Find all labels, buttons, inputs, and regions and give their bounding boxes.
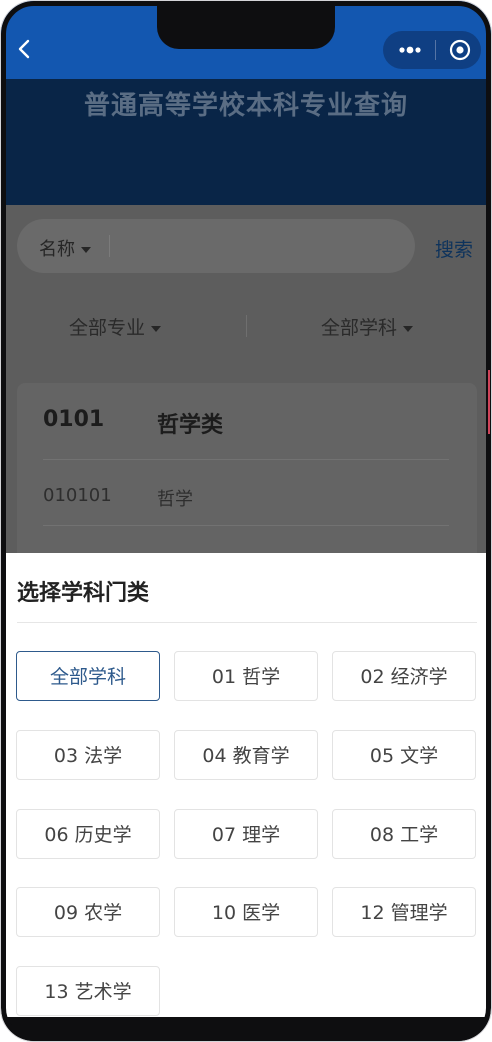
caret-down-icon: [151, 325, 162, 332]
subject-option[interactable]: 05 文学: [332, 730, 476, 780]
edge-marker: [488, 370, 490, 434]
card-divider: [43, 459, 449, 460]
search-divider: [109, 235, 110, 257]
filter-divider: [246, 315, 247, 337]
filter-major-dropdown[interactable]: 全部专业: [69, 313, 162, 340]
page-title: 普通高等学校本科专业查询: [83, 91, 408, 121]
target-circle-icon[interactable]: [449, 39, 471, 61]
major-code[interactable]: 010101: [43, 485, 112, 506]
subject-option[interactable]: 01 哲学: [174, 651, 318, 701]
subject-option[interactable]: 13 艺术学: [16, 966, 160, 1016]
category-name: 哲学类: [157, 413, 224, 438]
caret-down-icon: [403, 325, 414, 332]
search-button[interactable]: 搜索: [435, 235, 473, 262]
capsule-divider: [435, 40, 436, 60]
search-field-selector[interactable]: 名称: [39, 235, 91, 261]
subject-option-all[interactable]: 全部学科: [16, 651, 160, 701]
filter-row: 全部专业 全部学科: [1, 313, 491, 343]
subject-option[interactable]: 12 管理学: [332, 887, 476, 937]
phone-frame: 普通高等学校本科专业查询 名称 搜索 全部专业 全部学科 0101 哲学类 01…: [0, 0, 492, 1042]
caret-down-icon: [81, 247, 91, 253]
subject-option[interactable]: 08 工学: [332, 809, 476, 859]
subject-option[interactable]: 04 教育学: [174, 730, 318, 780]
filter-subject-dropdown[interactable]: 全部学科: [321, 313, 414, 340]
menu-capsule: [383, 31, 481, 69]
major-name[interactable]: 哲学: [157, 485, 193, 511]
search-field-label: 名称: [39, 239, 75, 260]
subject-option[interactable]: 09 农学: [16, 887, 160, 937]
subject-option[interactable]: 03 法学: [16, 730, 160, 780]
sheet-divider: [17, 622, 477, 623]
camera-notch: [157, 1, 335, 49]
subject-option[interactable]: 07 理学: [174, 809, 318, 859]
filter-subject-label: 全部学科: [321, 317, 398, 339]
subject-option[interactable]: 02 经济学: [332, 651, 476, 701]
subject-option[interactable]: 06 历史学: [16, 809, 160, 859]
back-chevron-icon[interactable]: [15, 39, 35, 59]
bottom-bezel: [1, 1017, 491, 1041]
category-code: 0101: [43, 407, 105, 432]
more-dots-icon[interactable]: [398, 43, 422, 57]
card-divider: [43, 525, 449, 526]
sheet-title: 选择学科门类: [17, 581, 150, 606]
subject-option[interactable]: 10 医学: [174, 887, 318, 937]
filter-major-label: 全部专业: [69, 317, 146, 339]
